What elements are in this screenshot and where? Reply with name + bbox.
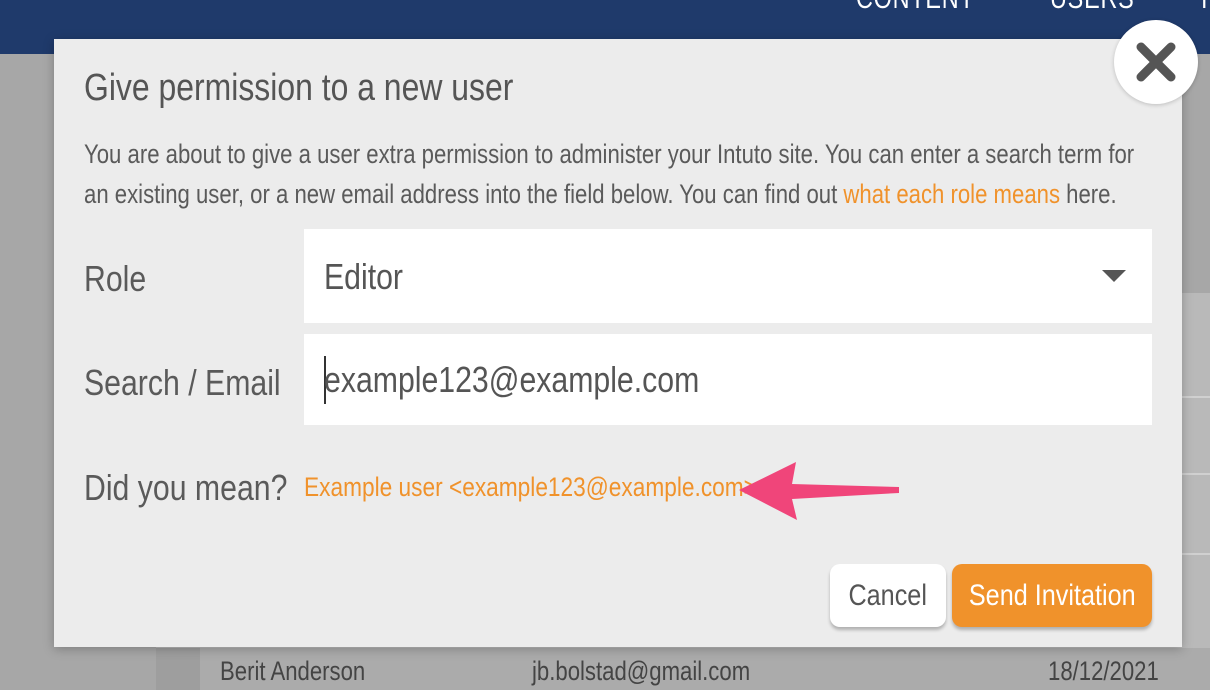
arrow-annotation <box>739 462 899 520</box>
description-tail: here. <box>1060 179 1117 209</box>
send-invitation-label: Send Invitation <box>968 578 1136 612</box>
permission-modal: Give permission to a new user You are ab… <box>54 39 1182 647</box>
search-email-value: example123@example.com <box>324 359 700 400</box>
close-button[interactable] <box>1114 20 1198 104</box>
nav-content[interactable]: CONTENT <box>856 0 975 22</box>
user-date: 18/12/2021 <box>1048 656 1159 686</box>
table-row[interactable]: Berit Anderson jb.bolstad@gmail.com 18/1… <box>156 648 1210 690</box>
search-label: Search / Email <box>84 362 318 404</box>
role-select[interactable]: Editor <box>304 229 1152 323</box>
nav-users[interactable]: USERS <box>1050 0 1135 22</box>
modal-title: Give permission to a new user <box>84 67 595 110</box>
cancel-button[interactable]: Cancel <box>830 564 946 627</box>
cancel-label: Cancel <box>848 578 928 612</box>
suggest-label-text: Did you mean? <box>84 467 288 508</box>
send-invitation-button[interactable]: Send Invitation <box>952 564 1152 627</box>
row-handle <box>156 648 200 690</box>
nav-more[interactable]: I <box>1201 0 1208 22</box>
user-name: Berit Anderson <box>220 656 366 686</box>
modal-description: You are about to give a user extra permi… <box>84 134 1150 214</box>
suggest-label: Did you mean? <box>84 467 326 509</box>
close-icon <box>1136 42 1176 82</box>
top-nav: CONTENT USERS I <box>856 0 1210 22</box>
search-email-input[interactable]: example123@example.com <box>304 334 1152 425</box>
search-label-text: Search / Email <box>84 362 281 403</box>
role-info-link[interactable]: what each role means <box>843 179 1060 209</box>
role-select-value: Editor <box>324 256 403 297</box>
suggestion-text: Example user <example123@example.com> <box>304 472 757 502</box>
user-email: jb.bolstad@gmail.com <box>532 656 751 686</box>
role-label-text: Role <box>84 258 147 299</box>
caret-down-icon <box>1102 270 1126 282</box>
arrow-shape <box>739 462 899 520</box>
role-label: Role <box>84 258 158 300</box>
modal-title-text: Give permission to a new user <box>84 67 514 109</box>
